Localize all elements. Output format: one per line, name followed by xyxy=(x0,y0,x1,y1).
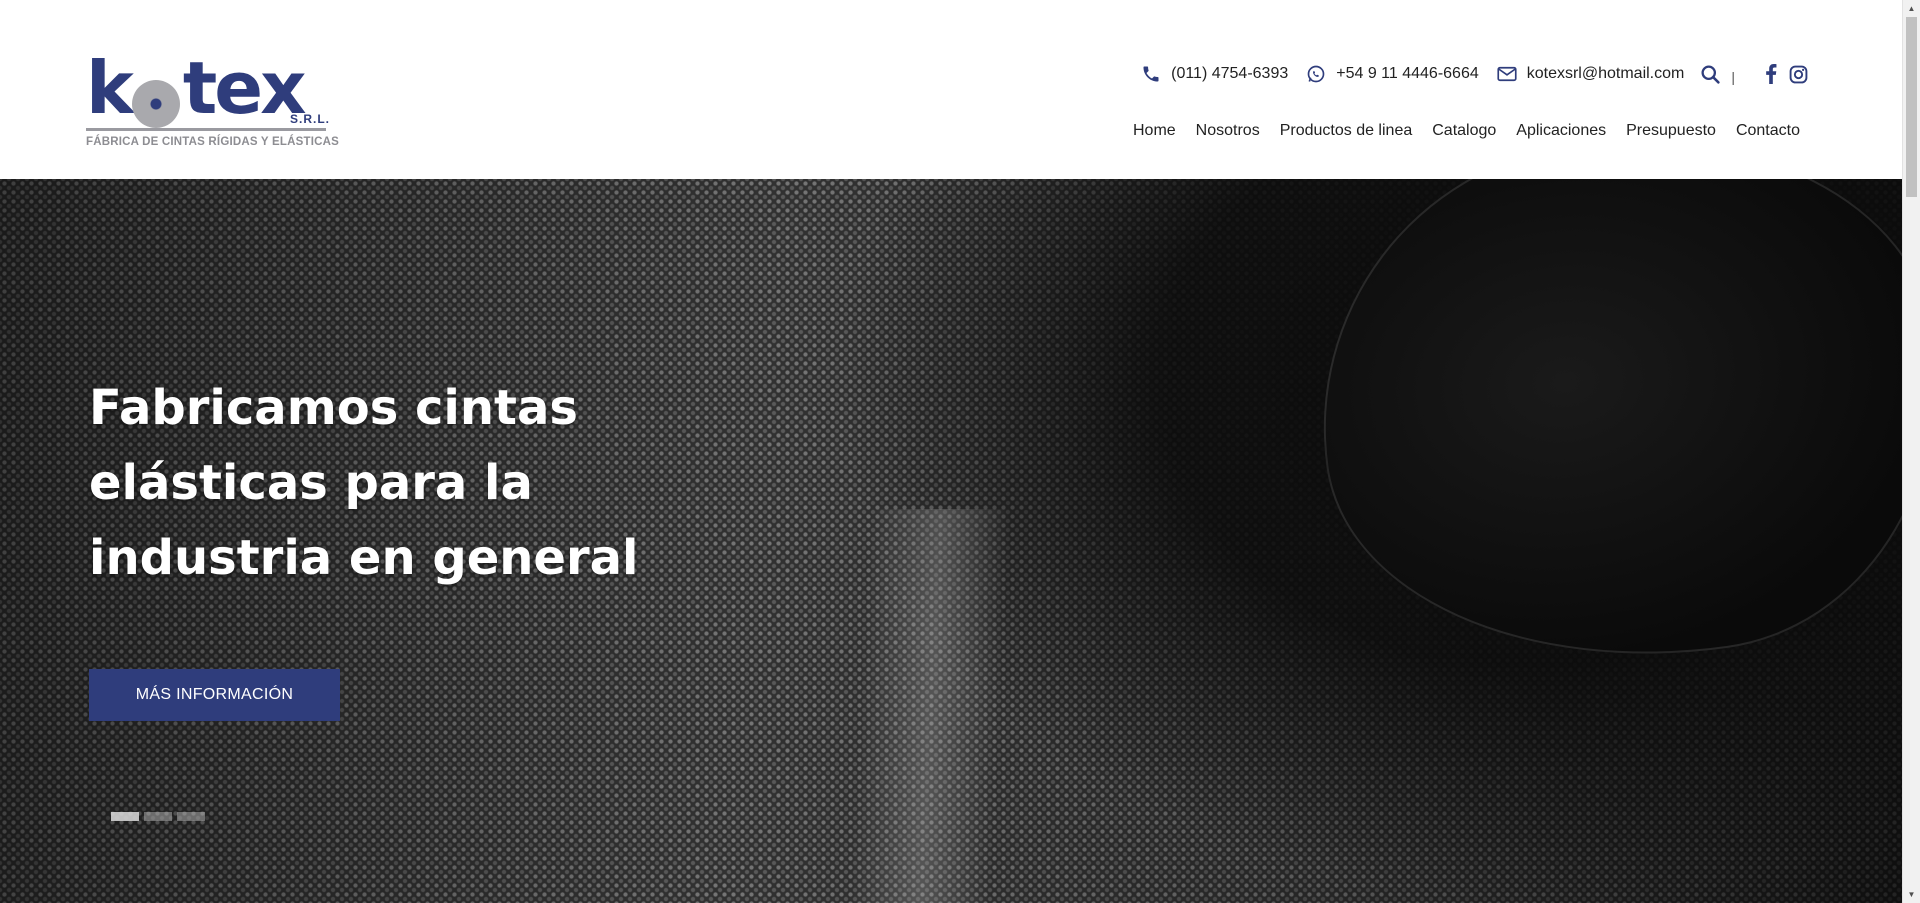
nav-contacto[interactable]: Contacto xyxy=(1736,122,1800,140)
whatsapp-link[interactable]: +54 9 11 4446-6664 xyxy=(1306,64,1479,84)
nav-home[interactable]: Home xyxy=(1133,122,1176,140)
whatsapp-number: +54 9 11 4446-6664 xyxy=(1336,65,1479,82)
nav-catalogo[interactable]: Catalogo xyxy=(1432,122,1496,140)
scrollbar-thumb[interactable] xyxy=(1906,17,1917,197)
instagram-link[interactable] xyxy=(1789,65,1808,84)
scroll-down-arrow-icon[interactable]: ▼ xyxy=(1903,886,1920,903)
phone-number: (011) 4754-6393 xyxy=(1171,65,1289,82)
logo-divider xyxy=(86,128,326,131)
slider-dot-2[interactable] xyxy=(144,812,172,821)
hero-background-fabric-band xyxy=(848,509,1012,903)
page-scrollbar[interactable]: ▲ ▼ xyxy=(1902,0,1920,903)
slider-dot-3[interactable] xyxy=(177,812,205,821)
whatsapp-icon xyxy=(1307,65,1325,83)
site-header: k tex S.R.L. FÁBRICA DE CINTAS RÍGIDAS Y … xyxy=(0,0,1902,179)
contact-bar: (011) 4754-6393 +54 9 11 4446-6664 kotex… xyxy=(1123,60,1808,88)
search-icon xyxy=(1701,64,1721,84)
slider-dot-1[interactable] xyxy=(111,812,139,821)
hero-slider: Fabricamos cintas elásticas para la indu… xyxy=(0,179,1902,903)
logo-wordmark: k tex xyxy=(86,46,307,130)
phone-icon xyxy=(1143,66,1159,82)
logo-letter-k: k xyxy=(86,46,134,130)
social-links xyxy=(1753,64,1808,84)
nav-aplicaciones[interactable]: Aplicaciones xyxy=(1516,122,1606,140)
nav-nosotros[interactable]: Nosotros xyxy=(1196,122,1260,140)
phone-link[interactable]: (011) 4754-6393 xyxy=(1141,64,1288,84)
nav-productos-de-linea[interactable]: Productos de linea xyxy=(1280,122,1413,140)
nav-presupuesto[interactable]: Presupuesto xyxy=(1626,122,1716,140)
main-nav: Home Nosotros Productos de linea Catalog… xyxy=(1113,122,1800,140)
header-separator: | xyxy=(1731,69,1735,85)
envelope-icon xyxy=(1497,66,1517,82)
hero-title: Fabricamos cintas elásticas para la indu… xyxy=(89,380,639,586)
facebook-icon xyxy=(1766,64,1777,84)
facebook-link[interactable] xyxy=(1765,64,1777,84)
logo-disc-icon xyxy=(132,80,180,128)
scroll-up-arrow-icon[interactable]: ▲ xyxy=(1903,0,1920,17)
kotex-logo[interactable]: k tex S.R.L. FÁBRICA DE CINTAS RÍGIDAS Y … xyxy=(86,52,339,154)
logo-letters-tex: tex xyxy=(182,46,307,130)
instagram-icon xyxy=(1789,65,1808,83)
logo-tagline: FÁBRICA DE CINTAS RÍGIDAS Y ELÁSTICAS xyxy=(86,136,339,148)
email-address: kotexsrl@hotmail.com xyxy=(1526,65,1685,82)
email-link[interactable]: kotexsrl@hotmail.com xyxy=(1497,65,1685,83)
mas-informacion-button[interactable]: MÁS INFORMACIÓN xyxy=(89,669,340,721)
logo-suffix: S.R.L. xyxy=(290,112,331,126)
slider-pagination xyxy=(111,812,210,821)
hero-background-fabric-fold xyxy=(1286,179,1902,700)
search-button[interactable] xyxy=(1700,64,1721,85)
